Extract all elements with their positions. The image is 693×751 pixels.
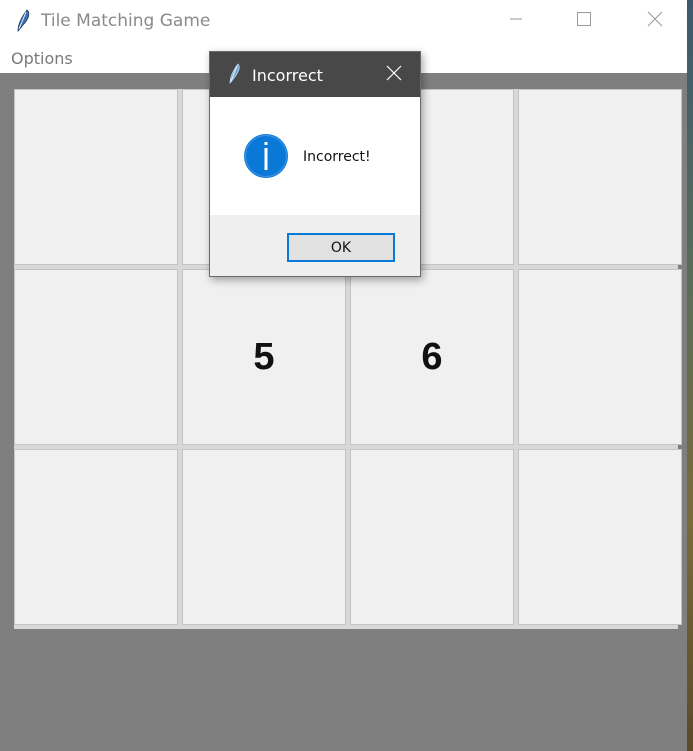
info-icon bbox=[243, 133, 289, 179]
tile[interactable] bbox=[350, 449, 514, 625]
desktop-background bbox=[687, 0, 693, 751]
tile[interactable]: 6 bbox=[350, 269, 514, 445]
dialog-body: Incorrect! bbox=[210, 97, 420, 215]
maximize-button[interactable] bbox=[561, 0, 607, 42]
minimize-icon bbox=[509, 12, 523, 31]
close-icon bbox=[647, 11, 663, 32]
dialog-title: Incorrect bbox=[252, 66, 323, 85]
tile[interactable]: 5 bbox=[182, 269, 346, 445]
feather-icon bbox=[14, 9, 32, 33]
tile[interactable] bbox=[14, 89, 178, 265]
dialog-footer: OK bbox=[210, 215, 420, 276]
title-bar[interactable]: Tile Matching Game bbox=[0, 0, 687, 42]
dialog-close-button[interactable] bbox=[378, 60, 410, 90]
tile-label: 6 bbox=[421, 335, 443, 378]
tile[interactable] bbox=[14, 269, 178, 445]
incorrect-dialog: Incorrect Incorrect! OK bbox=[209, 51, 421, 277]
window-title: Tile Matching Game bbox=[41, 11, 211, 31]
menu-options[interactable]: Options bbox=[11, 49, 73, 68]
close-button[interactable] bbox=[632, 0, 678, 42]
minimize-button[interactable] bbox=[493, 0, 539, 42]
tile-label: 5 bbox=[253, 335, 275, 378]
tile[interactable] bbox=[518, 449, 682, 625]
tile[interactable] bbox=[518, 269, 682, 445]
feather-icon bbox=[227, 63, 241, 85]
close-icon bbox=[386, 65, 402, 86]
maximize-icon bbox=[577, 11, 591, 31]
dialog-message: Incorrect! bbox=[303, 149, 371, 165]
tile[interactable] bbox=[14, 449, 178, 625]
ok-button[interactable]: OK bbox=[287, 233, 395, 262]
tile[interactable] bbox=[182, 449, 346, 625]
dialog-title-bar[interactable]: Incorrect bbox=[210, 52, 420, 97]
tile[interactable] bbox=[518, 89, 682, 265]
